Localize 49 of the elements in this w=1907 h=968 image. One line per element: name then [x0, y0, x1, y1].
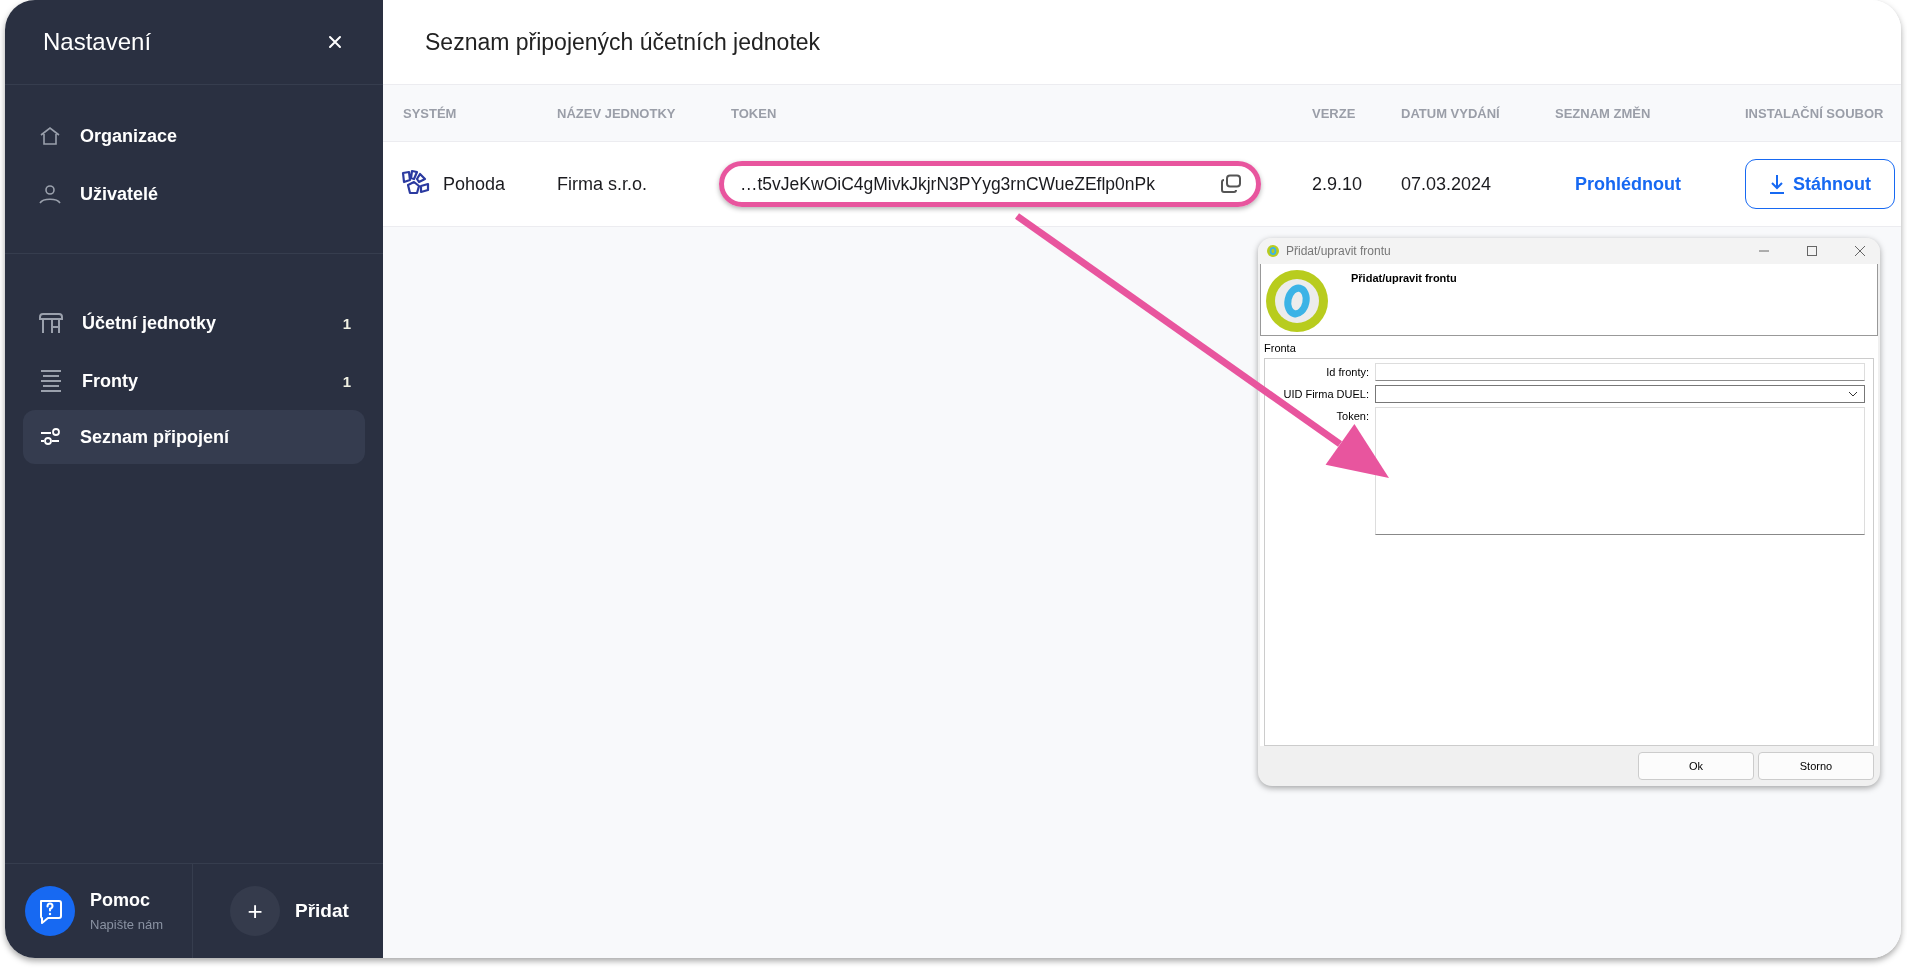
column-header: NÁZEV JEDNOTKY [557, 105, 677, 121]
close-icon[interactable] [327, 34, 343, 50]
add-label[interactable]: Přidat [295, 900, 349, 922]
maximize-icon[interactable] [1806, 245, 1818, 257]
table-cell: Pohoda [443, 173, 506, 195]
sidebar-item[interactable]: Uživatelé [5, 165, 383, 223]
app-logo-icon [1265, 269, 1329, 333]
download-button[interactable]: Stáhnout [1745, 159, 1895, 209]
dialog-button[interactable]: Ok [1638, 752, 1754, 780]
sidebar-item[interactable]: Účetní jednotky 1 [5, 294, 383, 352]
table-cell: 2.9.10 [1312, 173, 1363, 195]
field-label: UID Firma DUEL: [1282, 387, 1369, 400]
count-label: 1 [342, 372, 351, 390]
table-icon [38, 311, 64, 335]
lines-icon [38, 369, 64, 393]
chevron-down-icon [1848, 391, 1858, 397]
page-title: Seznam připojených účetních jednotek [425, 28, 821, 56]
group-label: Fronta [1264, 342, 1297, 356]
column-header: TOKEN [731, 105, 778, 121]
dropdown-field[interactable] [1375, 385, 1865, 403]
download-icon [1769, 174, 1785, 194]
sidebar-item[interactable]: Organizace [5, 107, 383, 165]
help-chat-icon[interactable] [25, 886, 75, 936]
column-header: SYSTÉM [403, 105, 458, 121]
help-subtitle: Napište nám [90, 917, 163, 932]
changelog-link[interactable]: Prohlédnout [1555, 173, 1681, 195]
sidebar-item[interactable]: Fronty 1 [5, 352, 383, 410]
app-logo-icon [1266, 244, 1280, 258]
column-header: SEZNAM ZMĚN [1555, 105, 1652, 121]
column-header: INSTALAČNÍ SOUBOR [1745, 105, 1885, 121]
home-icon [38, 124, 62, 148]
table-cell: 07.03.2024 [1401, 173, 1492, 195]
column-header: VERZE [1312, 105, 1357, 121]
dialog-button[interactable]: Storno [1758, 752, 1874, 780]
add-button[interactable]: + [230, 886, 280, 936]
count-label: 1 [342, 314, 351, 332]
sidebar-item[interactable]: Seznam připojení [23, 410, 365, 464]
field-label: Token: [1335, 409, 1369, 422]
sidebar-title: Nastavení [43, 28, 152, 56]
user-icon [38, 182, 62, 206]
copy-icon[interactable] [1220, 174, 1242, 194]
table-cell: Firma s.r.o. [557, 173, 647, 195]
token-field: …t5vJeKwOiC4gMivkJkjrN3PYyg3rnCWueZEflp0nPk [719, 161, 1261, 207]
field-label: Id fronty: [1325, 365, 1369, 378]
dialog-heading: Přidat/upravit frontu [1351, 271, 1457, 284]
column-header: DATUM VYDÁNÍ [1401, 105, 1501, 121]
window-title: Přidat/upravit frontu [1286, 244, 1392, 258]
help-title[interactable]: Pomoc [90, 890, 163, 911]
input-field[interactable] [1375, 363, 1865, 381]
